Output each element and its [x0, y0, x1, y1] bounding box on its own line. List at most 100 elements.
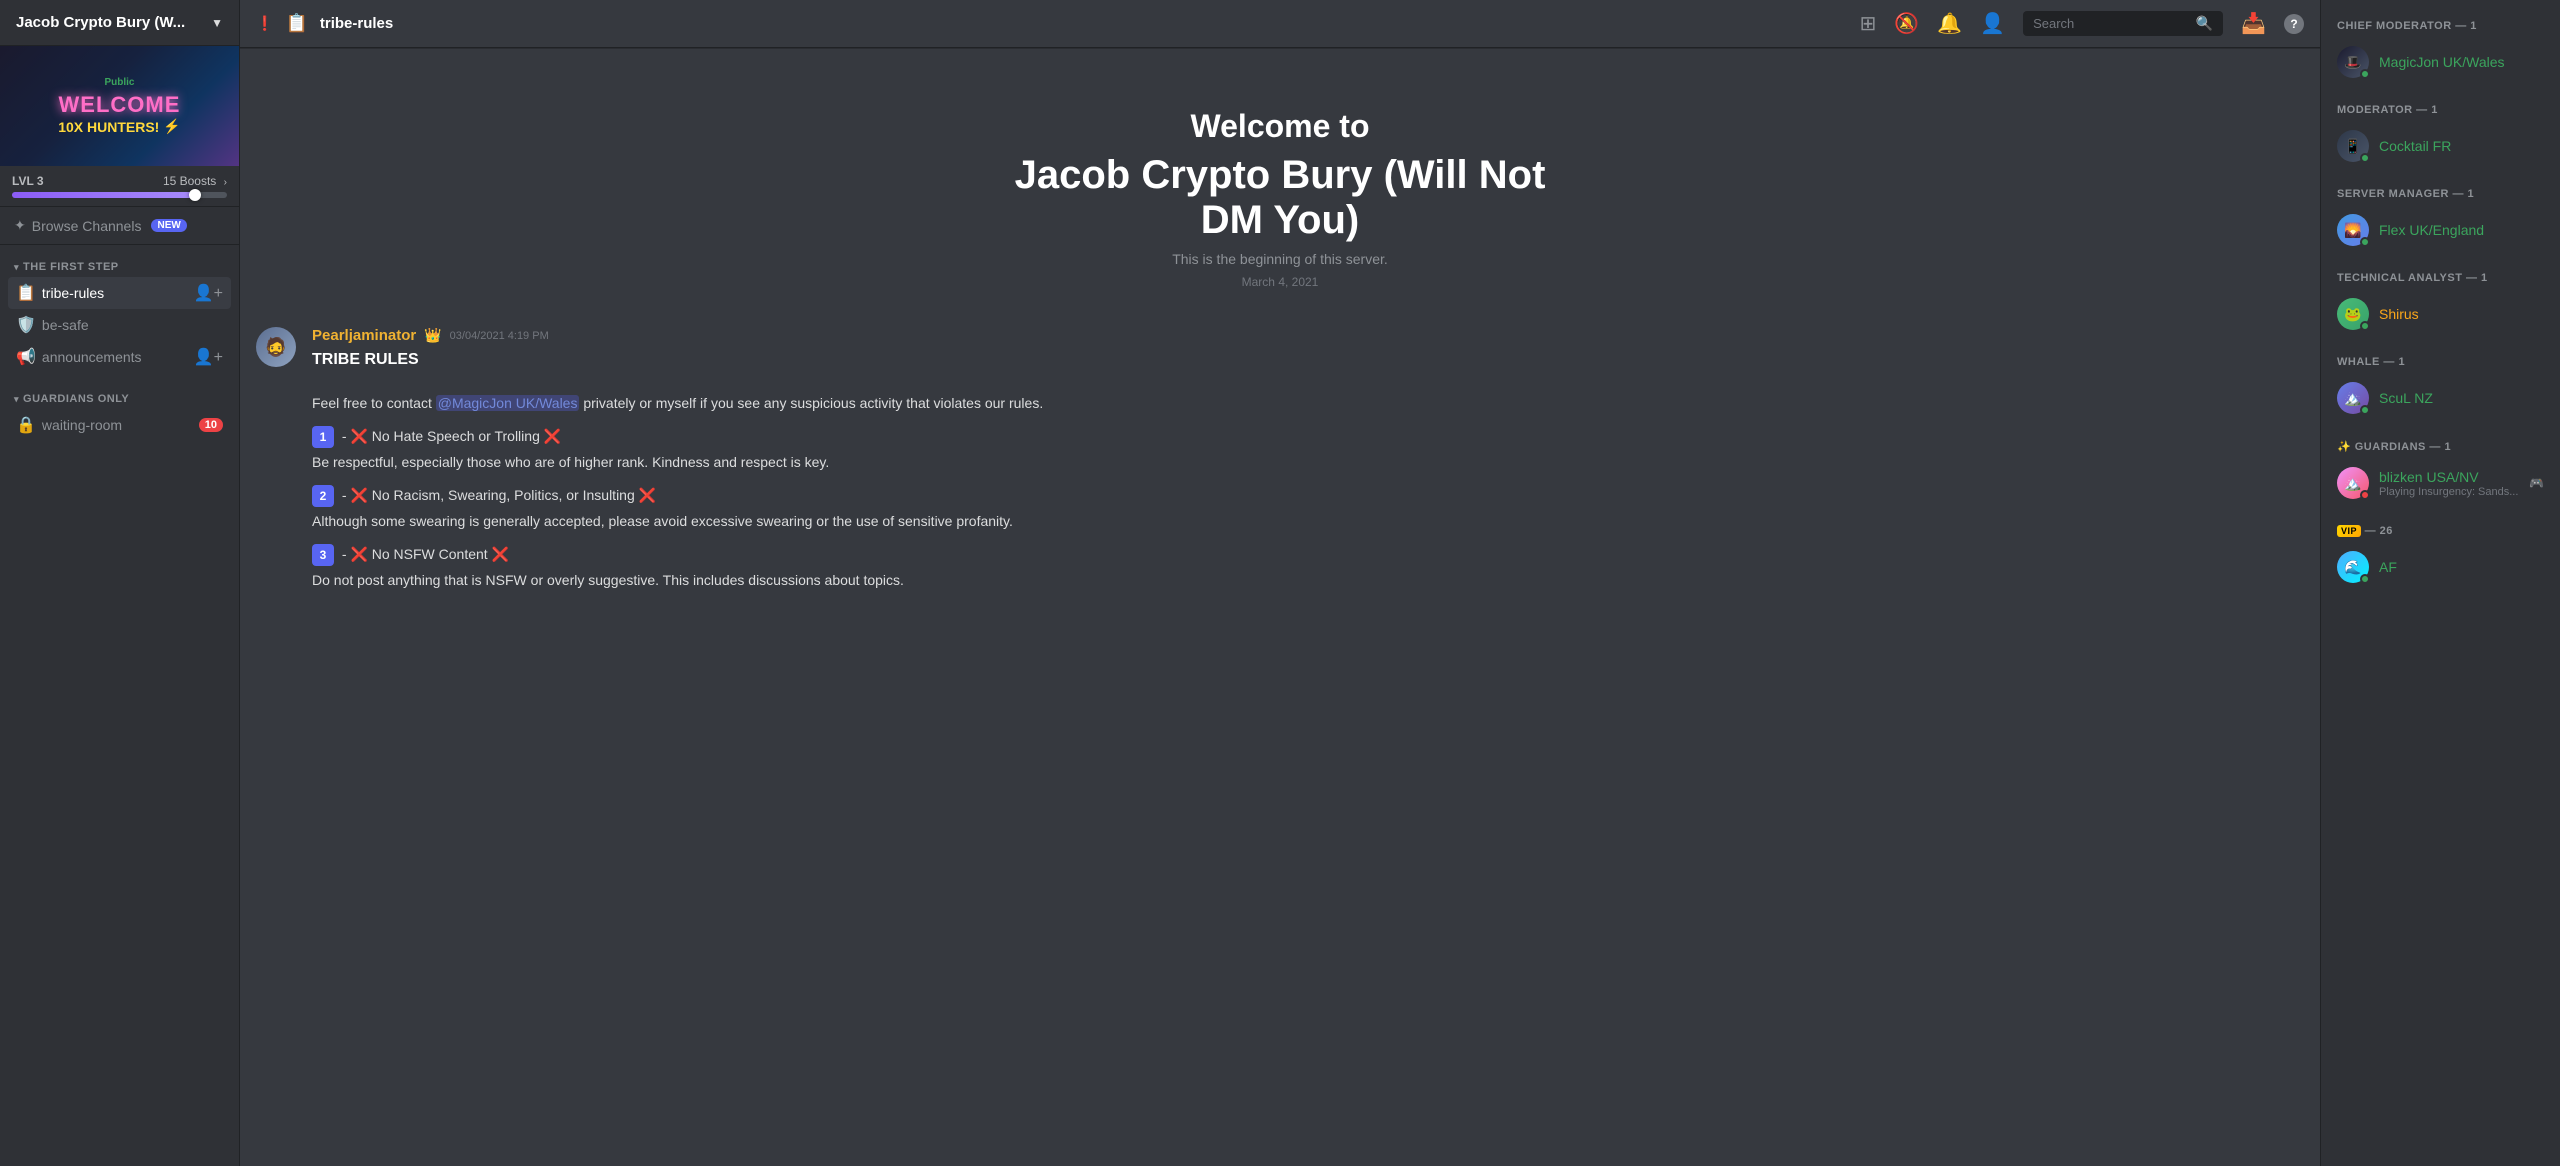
mute-icon[interactable]: 🔕 — [1894, 11, 1919, 36]
shirus-info: Shirus — [2379, 306, 2544, 322]
rule-3: 3 - ❌ No NSFW Content ❌ Do not post anyt… — [312, 544, 2304, 591]
rule-2-desc: Although some swearing is generally acce… — [312, 511, 2304, 532]
topbar-red-indicator: ❗ — [256, 15, 273, 32]
channel-icon-announcements: 📢 — [16, 347, 36, 367]
add-member-icon[interactable]: 👤+ — [194, 283, 223, 303]
member-flex[interactable]: 🌄 Flex UK/England — [2329, 208, 2552, 252]
rule-2-badge: 2 — [312, 485, 334, 507]
avatar-scul: 🏔️ — [2337, 382, 2369, 414]
first-step-header[interactable]: ▾ THE FIRST STEP — [8, 261, 231, 273]
server-header[interactable]: Jacob Crypto Bury (W... ▼ — [0, 0, 239, 46]
first-step-section: ▾ THE FIRST STEP 📋 tribe-rules 👤+ 🛡️ be-… — [0, 245, 239, 377]
channel-topbar: ❗ 📋 tribe-rules ⊞ 🔕 🔔 👤 Search 🔍 📥 ? — [240, 0, 2320, 48]
member-magicjon[interactable]: 🎩 MagicJon UK/Wales — [2329, 40, 2552, 84]
member-af[interactable]: 🌊 AF — [2329, 545, 2552, 589]
channel-icon-be-safe: 🛡️ — [16, 315, 36, 335]
level-text: LVL 3 — [12, 174, 44, 188]
members-icon[interactable]: 👤 — [1980, 11, 2005, 36]
channel-name-tribe-rules: tribe-rules — [42, 285, 188, 301]
waiting-room-badge: 10 — [199, 418, 223, 432]
help-icon[interactable]: ? — [2284, 14, 2304, 34]
technical-analyst-title: TECHNICAL ANALYST — 1 — [2329, 268, 2552, 288]
member-group-server-manager: SERVER MANAGER — 1 🌄 Flex UK/England — [2329, 184, 2552, 252]
member-cocktail[interactable]: 📱 Cocktail FR — [2329, 124, 2552, 168]
member-group-guardians: ✨ GUARDIANS — 1 🏔️ blizken USA/NV Playin… — [2329, 436, 2552, 505]
rule-2-header: 2 - ❌ No Racism, Swearing, Politics, or … — [312, 485, 2304, 507]
magicjon-info: MagicJon UK/Wales — [2379, 54, 2544, 70]
topbar-actions: ⊞ 🔕 🔔 👤 Search 🔍 📥 ? — [1860, 11, 2304, 36]
intro2-text: privately or myself if you see any suspi… — [583, 395, 1043, 411]
channel-icon-waiting-room: 🔒 — [16, 415, 36, 435]
rule-3-desc: Do not post anything that is NSFW or ove… — [312, 570, 2304, 591]
hashtag-icon[interactable]: ⊞ — [1860, 11, 1877, 36]
lightning-icon: ⚡ — [163, 118, 180, 135]
channel-be-safe[interactable]: 🛡️ be-safe — [8, 309, 231, 341]
member-group-whale: WHALE — 1 🏔️ ScuL NZ — [2329, 352, 2552, 420]
online-status-shirus — [2360, 321, 2370, 331]
channel-announcements[interactable]: 📢 announcements 👤+ — [8, 341, 231, 373]
welcome-line1: Welcome to — [260, 108, 2300, 145]
vip-badge: VIP — [2337, 525, 2361, 537]
vip-count: — 26 — [2365, 525, 2393, 537]
banner-welcome: WELCOME — [59, 92, 181, 118]
search-bar[interactable]: Search 🔍 — [2023, 11, 2223, 36]
search-placeholder: Search — [2033, 16, 2188, 31]
guardians-only-header[interactable]: ▾ GUARDIANS ONLY — [8, 393, 231, 405]
rule-2-title: No Racism, Swearing, Politics, or Insult… — [372, 487, 635, 503]
member-name-af: AF — [2379, 559, 2544, 575]
boost-progress-fill — [12, 192, 195, 198]
rule-2: 2 - ❌ No Racism, Swearing, Politics, or … — [312, 485, 2304, 532]
search-icon: 🔍 — [2196, 15, 2213, 32]
online-status-cocktail — [2360, 153, 2370, 163]
blizken-info: blizken USA/NV Playing Insurgency: Sands… — [2379, 469, 2519, 498]
add-member-announcements-icon[interactable]: 👤+ — [194, 347, 223, 367]
member-shirus[interactable]: 🐸 Shirus — [2329, 292, 2552, 336]
member-name-shirus: Shirus — [2379, 306, 2544, 322]
rule-3-header: 3 - ❌ No NSFW Content ❌ — [312, 544, 2304, 566]
member-group-vip: VIP — 26 🌊 AF — [2329, 521, 2552, 589]
online-status-af — [2360, 574, 2370, 584]
rule-3-badge: 3 — [312, 544, 334, 566]
blizken-status: Playing Insurgency: Sands... — [2379, 486, 2519, 498]
member-blizken[interactable]: 🏔️ blizken USA/NV Playing Insurgency: Sa… — [2329, 461, 2552, 505]
rule-3-title: No NSFW Content — [372, 546, 488, 562]
rule-1-header: 1 - ❌ No Hate Speech or Trolling ❌ — [312, 426, 2304, 448]
channel-tribe-rules[interactable]: 📋 tribe-rules 👤+ — [8, 277, 231, 309]
boost-progress-bar — [12, 192, 227, 198]
message-body: TRIBE RULES Feel free to contact @MagicJ… — [312, 348, 2304, 414]
avatar-shirus: 🐸 — [2337, 298, 2369, 330]
avatar-magicjon: 🎩 — [2337, 46, 2369, 78]
af-info: AF — [2379, 559, 2544, 575]
status-icon-blizken: 🎮 — [2529, 476, 2544, 490]
vip-title: VIP — 26 — [2329, 521, 2552, 541]
member-scul[interactable]: 🏔️ ScuL NZ — [2329, 376, 2552, 420]
rule-1-desc: Be respectful, especially those who are … — [312, 452, 2304, 473]
browse-channels-button[interactable]: ✦ Browse Channels NEW — [0, 207, 239, 245]
crown-icon: 👑 — [424, 327, 441, 344]
message-timestamp: 03/04/2021 4:19 PM — [450, 330, 549, 342]
channel-name-announcements: announcements — [42, 349, 188, 365]
boost-count: 15 Boosts › — [163, 174, 227, 188]
avatar-flex: 🌄 — [2337, 214, 2369, 246]
message-content-pearljaminator: Pearljaminator 👑 03/04/2021 4:19 PM TRIB… — [312, 327, 2304, 603]
channel-waiting-room[interactable]: 🔒 waiting-room 10 — [8, 409, 231, 441]
inbox-icon[interactable]: 📥 — [2241, 11, 2266, 36]
sidebar: Jacob Crypto Bury (W... ▼ Public WELCOME… — [0, 0, 240, 1166]
server-dropdown-arrow: ▼ — [211, 16, 223, 30]
member-group-technical-analyst: TECHNICAL ANALYST — 1 🐸 Shirus — [2329, 268, 2552, 336]
message-group-pearljaminator: 🧔 Pearljaminator 👑 03/04/2021 4:19 PM TR… — [240, 319, 2320, 611]
mention-magicjon[interactable]: @MagicJon UK/Wales — [436, 395, 580, 411]
notification-icon[interactable]: 🔔 — [1937, 11, 1962, 36]
messages-area[interactable]: Welcome to Jacob Crypto Bury (Will Not D… — [240, 48, 2320, 1166]
server-name: Jacob Crypto Bury (W... — [16, 14, 185, 31]
guardians-arrow-icon: ▾ — [14, 394, 19, 405]
rule-1: 1 - ❌ No Hate Speech or Trolling ❌ Be re… — [312, 426, 2304, 473]
member-name-blizken: blizken USA/NV — [2379, 469, 2519, 485]
main-content: ❗ 📋 tribe-rules ⊞ 🔕 🔔 👤 Search 🔍 📥 ? Wel… — [240, 0, 2320, 1166]
avatar-af: 🌊 — [2337, 551, 2369, 583]
chief-moderator-title: CHIEF MODERATOR — 1 — [2329, 16, 2552, 36]
server-banner: Public WELCOME 10X HUNTERS! ⚡ — [0, 46, 239, 166]
moderator-title: MODERATOR — 1 — [2329, 100, 2552, 120]
avatar-cocktail: 📱 — [2337, 130, 2369, 162]
right-sidebar: CHIEF MODERATOR — 1 🎩 MagicJon UK/Wales … — [2320, 0, 2560, 1166]
